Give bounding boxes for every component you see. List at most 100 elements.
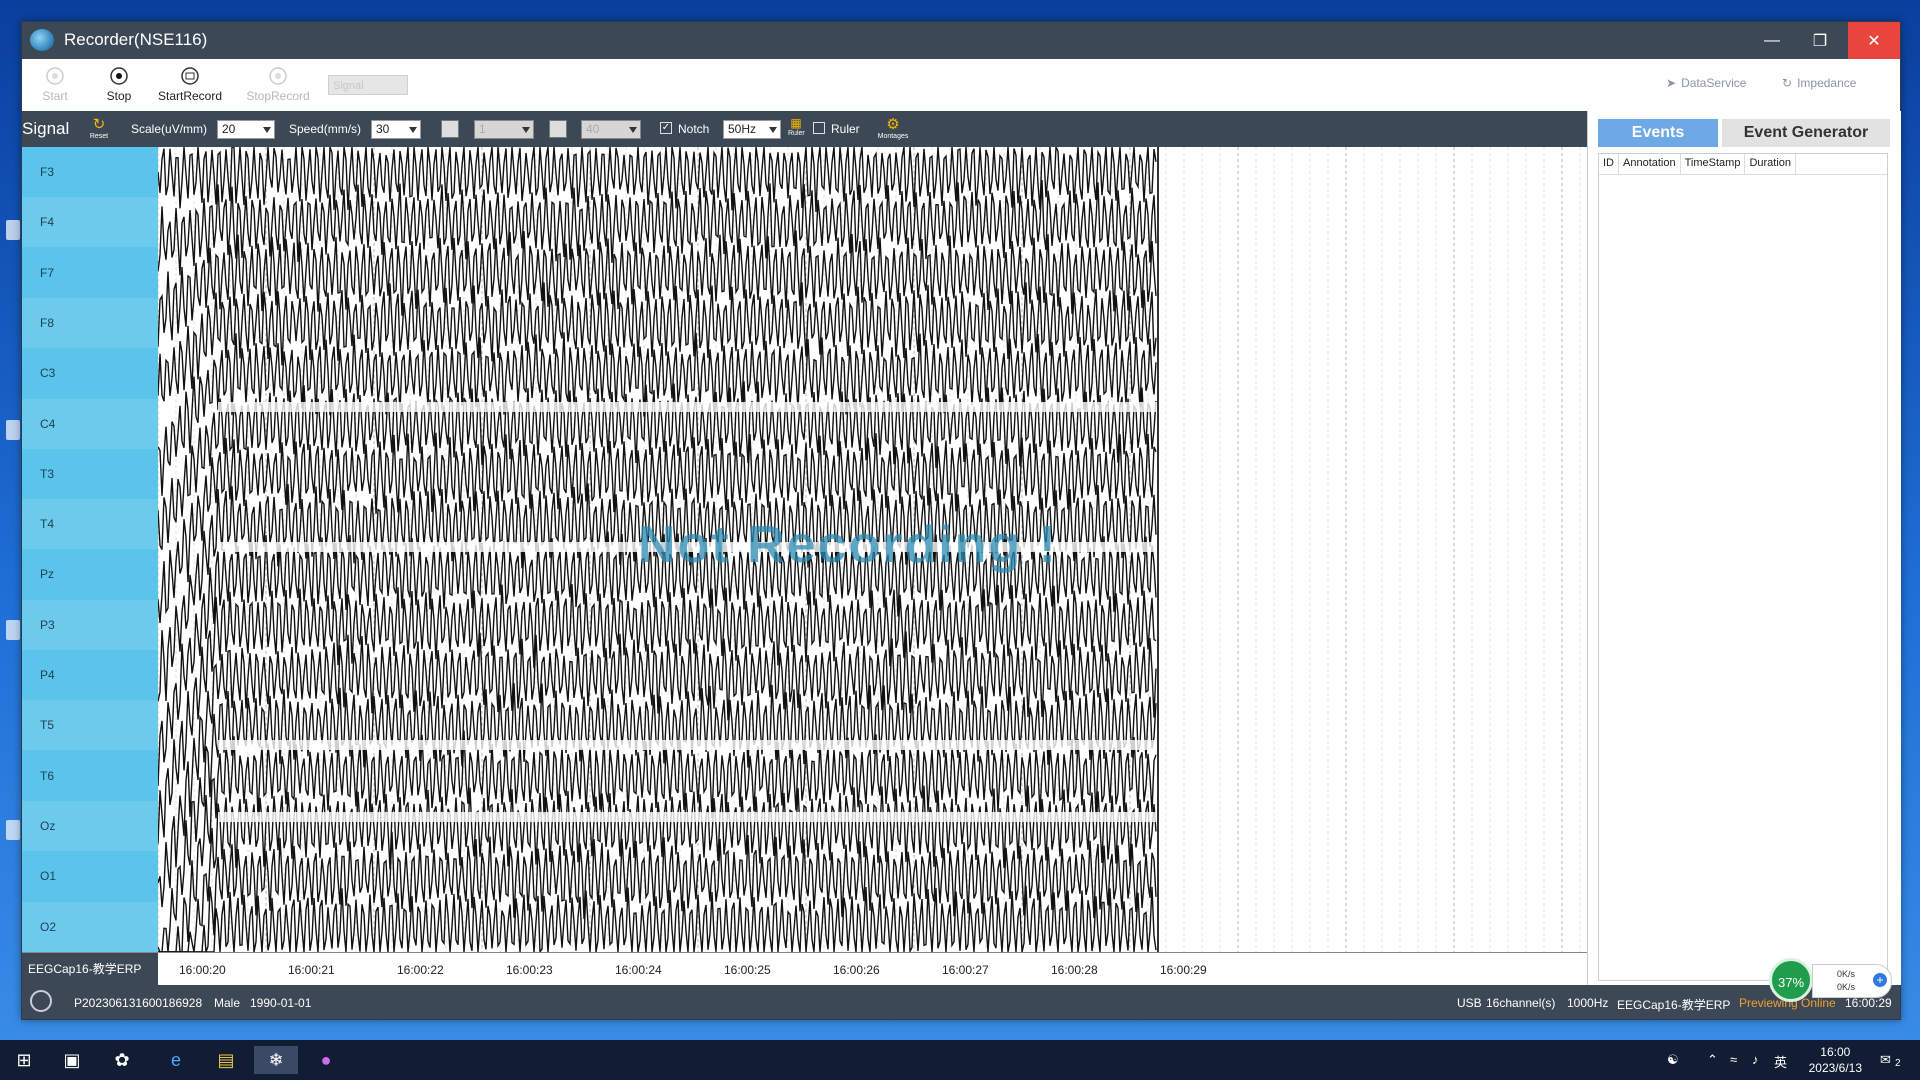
volume-icon[interactable]: ♪ (1752, 1052, 1759, 1067)
highpass-value: 1 (479, 122, 486, 136)
scale-value: 20 (222, 122, 236, 136)
download-speed: 0K/s (1837, 982, 1856, 992)
ruler-label: Ruler (831, 122, 860, 136)
channel-row[interactable]: F4 (22, 197, 158, 248)
channel-row[interactable]: P4 (22, 650, 158, 700)
stop-label: Stop (106, 89, 132, 103)
channel-row[interactable]: T3 (22, 449, 158, 499)
impedance-button[interactable]: ↻ Impedance (1782, 76, 1856, 90)
edge-browser-icon[interactable]: e (162, 1046, 190, 1074)
people-icon[interactable]: ☯ (1667, 1052, 1679, 1068)
channel-row[interactable]: T5 (22, 700, 158, 751)
events-table-header: ID Annotation TimeStamp Duration (1599, 154, 1887, 175)
column-header-id[interactable]: ID (1599, 154, 1619, 174)
events-panel: Events Event Generator ID Annotation Tim… (1587, 111, 1901, 985)
main-toolbar: Start Stop StartRecord StopRecord Signal… (22, 59, 1900, 111)
channel-label: O1 (40, 869, 57, 884)
desktop-icon[interactable] (6, 820, 20, 840)
taskbar-clock[interactable]: 16:00 2023/6/13 (1809, 1044, 1862, 1076)
ruler-checkbox[interactable] (813, 122, 825, 134)
taskbar: ⊞ ▣ ✿ e ▤ ❄ ● ☯ ⌃ ≈ ♪ 英 16:00 2023/6/13 … (0, 1040, 1920, 1080)
chevron-down-icon (522, 127, 530, 133)
column-header-duration[interactable]: Duration (1745, 154, 1797, 174)
channel-label: T6 (40, 768, 55, 783)
pin-app-icon[interactable]: ● (312, 1046, 340, 1074)
start-record-button[interactable]: StartRecord (150, 65, 230, 103)
data-service-button[interactable]: ➤ DataService (1666, 76, 1746, 90)
time-tick-label: 16:00:27 (942, 963, 989, 977)
desktop-icon[interactable] (6, 420, 20, 440)
file-explorer-icon[interactable]: ▤ (212, 1046, 240, 1074)
recorder-taskbar-icon[interactable]: ❄ (254, 1046, 298, 1074)
network-speed-widget[interactable]: 0K/s 0K/s + (1812, 964, 1892, 998)
channel-row[interactable]: P3 (22, 599, 158, 650)
column-header-timestamp[interactable]: TimeStamp (1681, 154, 1746, 174)
montages-button[interactable]: ⚙ Montages (876, 115, 910, 140)
reset-label: Reset (89, 133, 109, 140)
status-time: 16:00:29 (1845, 996, 1892, 1010)
data-service-label: DataService (1681, 76, 1747, 90)
lowpass-filter-button[interactable] (549, 120, 567, 138)
highpass-filter-button[interactable] (441, 120, 459, 138)
wifi-icon[interactable]: ≈ (1730, 1052, 1737, 1067)
signal-settings-bar: Signal ↻ Reset Scale(uV/mm) 20 Speed(mm/… (22, 111, 1587, 147)
chevron-up-icon[interactable]: ⌃ (1707, 1052, 1718, 1068)
channel-row[interactable]: F8 (22, 297, 158, 348)
task-view-icon[interactable]: ▣ (58, 1046, 86, 1074)
title-bar[interactable]: Recorder(NSE116) — ❐ ✕ (22, 22, 1900, 59)
channel-row[interactable]: C3 (22, 348, 158, 398)
start-button[interactable]: Start (34, 65, 76, 103)
notch-label: Notch (678, 122, 710, 136)
windows-start-icon[interactable]: ⊞ (10, 1046, 38, 1074)
stop-button[interactable]: Stop (98, 65, 140, 103)
highpass-select[interactable]: 1 (474, 120, 534, 139)
speed-select[interactable]: 30 (371, 120, 421, 139)
tab-event-generator[interactable]: Event Generator (1722, 119, 1890, 147)
channel-row[interactable]: T4 (22, 499, 158, 550)
scale-select[interactable]: 20 (217, 120, 275, 139)
channel-row[interactable]: Pz (22, 549, 158, 599)
channel-label: F7 (40, 265, 55, 280)
close-button[interactable]: ✕ (1848, 22, 1900, 59)
channel-row[interactable]: Oz (22, 800, 158, 851)
lowpass-select[interactable]: 40 (581, 120, 641, 139)
reset-button[interactable]: ↻ Reset (88, 115, 110, 140)
time-tick-label: 16:00:21 (288, 963, 335, 977)
channel-row[interactable]: O2 (22, 901, 158, 952)
channel-row[interactable]: F3 (22, 147, 158, 197)
desktop-icon[interactable] (6, 220, 20, 240)
channel-label: C3 (40, 366, 56, 381)
channel-row[interactable]: F7 (22, 248, 158, 298)
channel-row[interactable]: C4 (22, 398, 158, 449)
ruler-tool-button[interactable]: ▦ Ruler (788, 116, 805, 137)
channel-row[interactable]: O1 (22, 851, 158, 901)
notification-icon[interactable]: ✉ (1880, 1052, 1891, 1068)
time-tick-label: 16:00:23 (506, 963, 553, 977)
cpu-usage-gauge[interactable]: 37% (1769, 958, 1813, 1002)
montage-name[interactable]: EEGCap16-教学ERP (22, 953, 158, 986)
time-tick-label: 16:00:26 (833, 963, 880, 977)
ime-indicator[interactable]: 英 (1774, 1052, 1787, 1071)
signal-select[interactable]: Signal (328, 75, 408, 95)
impedance-label: Impedance (1797, 76, 1857, 90)
restore-button[interactable]: ❐ (1796, 22, 1844, 59)
notch-checkbox[interactable]: ✓ (660, 122, 672, 134)
patient-sex: Male (214, 996, 241, 1010)
channel-label: Oz (40, 818, 56, 833)
stop-record-button[interactable]: StopRecord (238, 65, 318, 103)
column-header-annotation[interactable]: Annotation (1619, 154, 1681, 174)
plus-icon[interactable]: + (1873, 973, 1887, 987)
eeg-signal-plot[interactable]: Not Recording ! (157, 146, 1587, 955)
app-360-icon[interactable]: ✿ (108, 1046, 136, 1074)
channel-label: F8 (40, 315, 55, 330)
desktop-icon[interactable] (6, 620, 20, 640)
notch-select[interactable]: 50Hz (723, 120, 781, 139)
reset-icon: ↻ (92, 116, 106, 133)
events-table[interactable]: ID Annotation TimeStamp Duration (1598, 153, 1888, 981)
time-tick-label: 16:00:24 (615, 963, 662, 977)
tab-events[interactable]: Events (1598, 119, 1718, 147)
minimize-button[interactable]: — (1748, 22, 1796, 59)
channel-label: T5 (40, 718, 55, 733)
stop-icon (108, 65, 130, 87)
channel-row[interactable]: T6 (22, 751, 158, 801)
